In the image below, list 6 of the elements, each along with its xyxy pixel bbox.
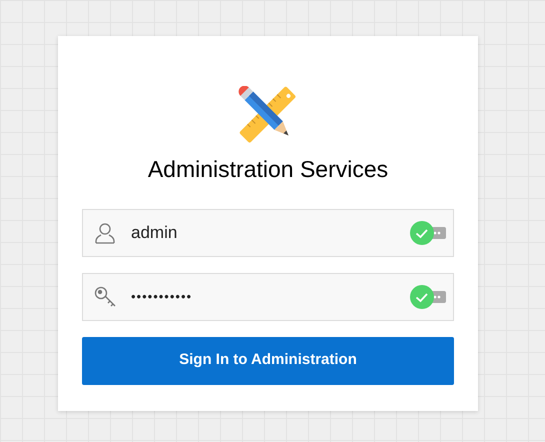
sign-in-button[interactable]: Sign In to Administration — [82, 336, 454, 384]
username-field[interactable]: admin — [82, 208, 454, 256]
app-title: Administration Services — [148, 155, 388, 184]
user-icon — [94, 222, 116, 244]
password-field[interactable]: ••••••••••• — [82, 272, 454, 320]
key-icon — [94, 286, 118, 308]
